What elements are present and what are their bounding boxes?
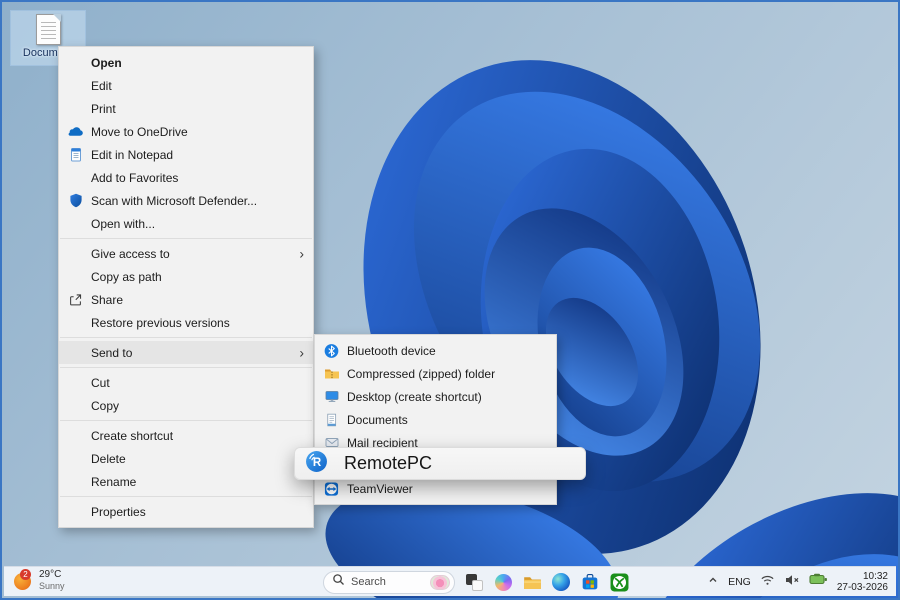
menu-item-edit[interactable]: Edit	[59, 74, 313, 97]
onedrive-icon	[67, 123, 84, 140]
clock-widget[interactable]: 10:32 27-03-2026	[837, 571, 888, 593]
taskbar-center: Search	[294, 567, 629, 597]
chevron-right-icon: ›	[299, 345, 304, 359]
wifi-button[interactable]	[760, 573, 775, 592]
file-explorer-button[interactable]	[522, 572, 542, 592]
teamviewer-icon	[323, 480, 340, 497]
menu-item-send-to[interactable]: Send to ›	[59, 341, 313, 364]
desktop-screen: Document Open Edit Print Move to OneDriv…	[0, 0, 900, 600]
menu-item-scan-with-defender[interactable]: Scan with Microsoft Defender...	[59, 189, 313, 212]
submenu-item-compressed-folder[interactable]: Compressed (zipped) folder	[315, 362, 556, 385]
speaker-mute-icon	[784, 573, 800, 587]
weather-widget[interactable]: 2 29°C Sunny	[13, 570, 65, 591]
submenu-item-bluetooth-device[interactable]: Bluetooth device	[315, 339, 556, 362]
volume-muted-button[interactable]	[784, 573, 800, 592]
microsoft-store-button[interactable]	[580, 572, 600, 592]
task-view-button[interactable]	[464, 572, 484, 592]
menu-item-open-with[interactable]: Open with...	[59, 212, 313, 235]
weather-condition: Sunny	[39, 581, 65, 591]
menu-separator	[60, 367, 312, 368]
menu-item-give-access-to[interactable]: Give access to ›	[59, 242, 313, 265]
search-box[interactable]: Search	[323, 571, 455, 594]
submenu-item-desktop-shortcut[interactable]: Desktop (create shortcut)	[315, 385, 556, 408]
chevron-up-icon	[707, 574, 719, 586]
search-highlight-flower-icon	[430, 575, 450, 590]
copilot-icon	[495, 574, 512, 591]
wifi-icon	[760, 573, 775, 587]
menu-item-restore-previous-versions[interactable]: Restore previous versions	[59, 311, 313, 334]
microsoft-store-icon	[581, 573, 599, 591]
tray-chevron-up-button[interactable]	[707, 573, 719, 591]
menu-separator	[60, 496, 312, 497]
bluetooth-icon	[323, 342, 340, 359]
menu-item-properties[interactable]: Properties	[59, 500, 313, 523]
desktop-monitor-icon	[323, 388, 340, 405]
copilot-button[interactable]	[493, 572, 513, 592]
menu-item-move-to-onedrive[interactable]: Move to OneDrive	[59, 120, 313, 143]
document-file-icon	[36, 14, 61, 45]
menu-item-copy-as-path[interactable]: Copy as path	[59, 265, 313, 288]
menu-separator	[60, 420, 312, 421]
remotepc-icon: R	[305, 450, 328, 478]
zipped-folder-icon	[323, 365, 340, 382]
battery-icon	[809, 573, 828, 586]
task-view-icon	[465, 573, 484, 592]
submenu-item-documents[interactable]: Documents	[315, 408, 556, 431]
menu-item-add-to-favorites[interactable]: Add to Favorites	[59, 166, 313, 189]
system-tray: ENG 10:32 27-03-2026	[707, 567, 888, 597]
edge-icon	[552, 573, 570, 591]
menu-item-delete[interactable]: Delete	[59, 447, 313, 470]
share-icon	[67, 291, 84, 308]
search-placeholder: Search	[351, 576, 430, 588]
menu-item-edit-in-notepad[interactable]: Edit in Notepad	[59, 143, 313, 166]
xbox-button[interactable]	[609, 572, 629, 592]
weather-alert-badge: 2	[20, 569, 31, 580]
file-explorer-icon	[523, 573, 542, 592]
menu-item-open[interactable]: Open	[59, 51, 313, 74]
notepad-icon	[67, 146, 84, 163]
menu-item-create-shortcut[interactable]: Create shortcut	[59, 424, 313, 447]
menu-separator	[60, 238, 312, 239]
battery-button[interactable]	[809, 573, 828, 591]
document-lines	[41, 22, 56, 40]
language-indicator[interactable]: ENG	[728, 576, 751, 588]
menu-separator	[60, 337, 312, 338]
context-menu: Open Edit Print Move to OneDrive Edit in…	[58, 46, 314, 528]
remotepc-callout-label: RemotePC	[344, 453, 432, 474]
xbox-icon	[610, 573, 629, 592]
clock-date: 27-03-2026	[837, 582, 888, 593]
menu-item-rename[interactable]: Rename	[59, 470, 313, 493]
start-button[interactable]	[294, 572, 314, 592]
weather-sun-icon: 2	[13, 570, 34, 591]
submenu-item-teamviewer[interactable]: TeamViewer	[315, 477, 556, 500]
documents-icon	[323, 411, 340, 428]
menu-item-copy[interactable]: Copy	[59, 394, 313, 417]
defender-shield-icon	[67, 192, 84, 209]
chevron-right-icon: ›	[299, 246, 304, 260]
svg-text:R: R	[313, 457, 322, 469]
menu-item-share[interactable]: Share	[59, 288, 313, 311]
edge-button[interactable]	[551, 572, 571, 592]
remotepc-highlight-callout[interactable]: R RemotePC	[294, 447, 586, 480]
clock-time: 10:32	[837, 571, 888, 582]
weather-temperature: 29°C	[39, 570, 65, 580]
menu-item-print[interactable]: Print	[59, 97, 313, 120]
search-icon	[332, 573, 345, 591]
menu-item-cut[interactable]: Cut	[59, 371, 313, 394]
taskbar: 2 29°C Sunny Search	[4, 566, 896, 596]
